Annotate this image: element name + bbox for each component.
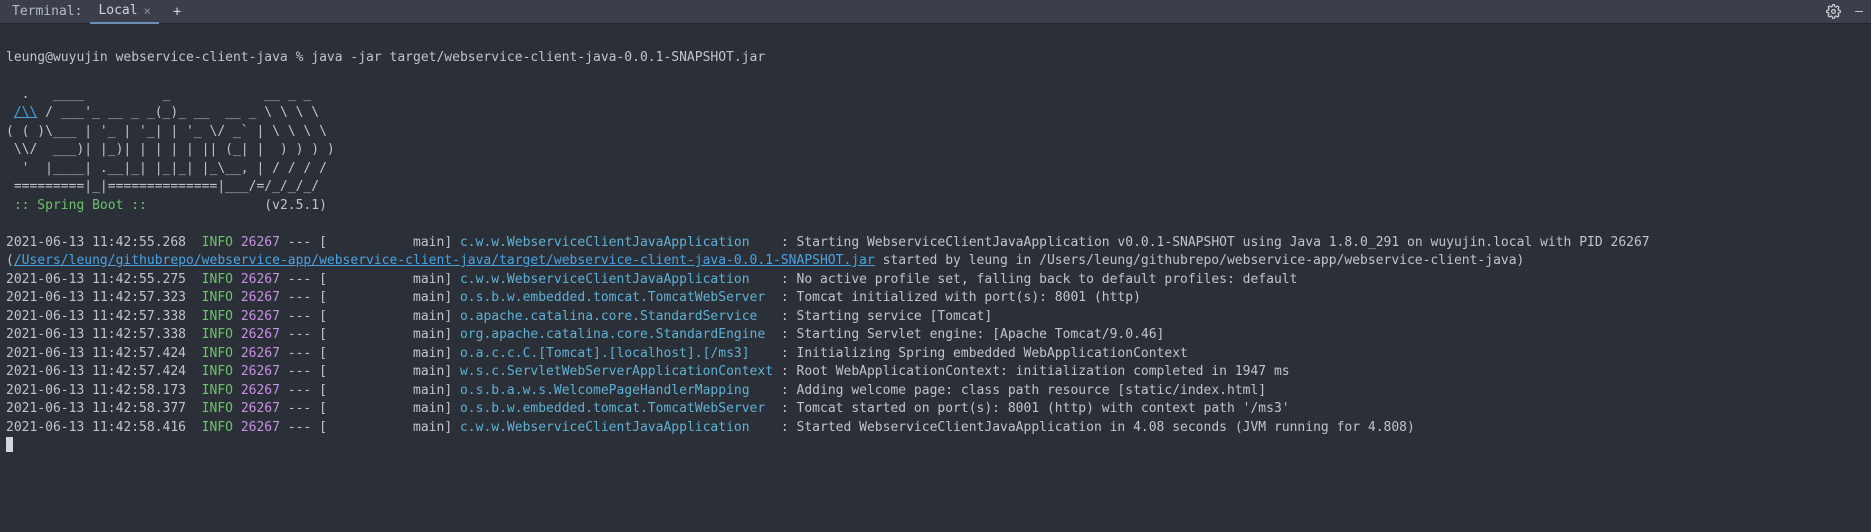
log-row: 2021-06-13 11:42:58.173 INFO 26267 --- [… xyxy=(6,382,1865,401)
timestamp: 2021-06-13 11:42:57.323 xyxy=(6,290,202,305)
logger: w.s.c.ServletWebServerApplicationContext xyxy=(460,364,773,379)
terminal-title: Terminal: xyxy=(8,4,86,19)
timestamp: 2021-06-13 11:42:55.268 xyxy=(6,235,202,250)
thread: --- [ main] xyxy=(280,235,460,250)
log-level: INFO xyxy=(202,290,241,305)
log-row: 2021-06-13 11:42:58.416 INFO 26267 --- [… xyxy=(6,419,1865,438)
pid: 26267 xyxy=(241,235,280,250)
timestamp: 2021-06-13 11:42:55.275 xyxy=(6,272,202,287)
log-row: 2021-06-13 11:42:57.424 INFO 26267 --- [… xyxy=(6,363,1865,382)
pid: 26267 xyxy=(241,272,280,287)
timestamp: 2021-06-13 11:42:58.377 xyxy=(6,401,202,416)
message: : Started WebserviceClientJavaApplicatio… xyxy=(773,420,1415,435)
tab-local[interactable]: Local × xyxy=(90,0,158,24)
terminal-output[interactable]: leung@wuyujin webservice-client-java % j… xyxy=(0,24,1871,463)
message: : Starting service [Tomcat] xyxy=(773,309,992,324)
timestamp: 2021-06-13 11:42:58.173 xyxy=(6,383,202,398)
logger: o.apache.catalina.core.StandardService xyxy=(460,309,773,324)
message: : No active profile set, falling back to… xyxy=(773,272,1297,287)
logger: o.s.b.a.w.s.WelcomePageHandlerMapping xyxy=(460,383,773,398)
terminal-header: Terminal: Local × + — xyxy=(0,0,1871,24)
thread: --- [ main] xyxy=(280,383,460,398)
log-row: 2021-06-13 11:42:57.338 INFO 26267 --- [… xyxy=(6,308,1865,327)
message: : Tomcat started on port(s): 8001 (http)… xyxy=(773,401,1290,416)
timestamp: 2021-06-13 11:42:57.338 xyxy=(6,309,202,324)
timestamp: 2021-06-13 11:42:57.424 xyxy=(6,364,202,379)
timestamp: 2021-06-13 11:42:58.416 xyxy=(6,420,202,435)
logger: c.w.w.WebserviceClientJavaApplication xyxy=(460,420,773,435)
timestamp: 2021-06-13 11:42:57.338 xyxy=(6,327,202,342)
message: : Root WebApplicationContext: initializa… xyxy=(773,364,1290,379)
ascii-link[interactable]: /\\ xyxy=(14,105,37,120)
log-row: 2021-06-13 11:42:57.338 INFO 26267 --- [… xyxy=(6,326,1865,345)
pid: 26267 xyxy=(241,383,280,398)
tab-label: Local xyxy=(98,3,137,18)
log-level: INFO xyxy=(202,420,241,435)
logger: org.apache.catalina.core.StandardEngine xyxy=(460,327,773,342)
close-icon[interactable]: × xyxy=(144,5,151,17)
spring-ascii: . ____ _ __ _ _ /\\ / ___'_ __ _ _(_)_ _… xyxy=(6,87,335,195)
add-tab-button[interactable]: + xyxy=(163,4,191,20)
log-level: INFO xyxy=(202,235,241,250)
spring-boot-banner: :: Spring Boot :: (v2.5.1) xyxy=(6,198,327,213)
log-row: 2021-06-13 11:42:55.268 INFO 26267 --- [… xyxy=(6,234,1865,271)
pid: 26267 xyxy=(241,346,280,361)
log-level: INFO xyxy=(202,401,241,416)
pid: 26267 xyxy=(241,364,280,379)
logger: o.a.c.c.C.[Tomcat].[localhost].[/ms3] xyxy=(460,346,773,361)
thread: --- [ main] xyxy=(280,327,460,342)
log-row: 2021-06-13 11:42:57.424 INFO 26267 --- [… xyxy=(6,345,1865,364)
pid: 26267 xyxy=(241,401,280,416)
timestamp: 2021-06-13 11:42:57.424 xyxy=(6,346,202,361)
pid: 26267 xyxy=(241,327,280,342)
message: : Starting Servlet engine: [Apache Tomca… xyxy=(773,327,1164,342)
thread: --- [ main] xyxy=(280,346,460,361)
pid: 26267 xyxy=(241,290,280,305)
message: : Tomcat initialized with port(s): 8001 … xyxy=(773,290,1141,305)
log-row: 2021-06-13 11:42:57.323 INFO 26267 --- [… xyxy=(6,289,1865,308)
logger: o.s.b.w.embedded.tomcat.TomcatWebServer xyxy=(460,290,773,305)
message: : Adding welcome page: class path resour… xyxy=(773,383,1266,398)
thread: --- [ main] xyxy=(280,420,460,435)
message: started by leung in /Users/leung/githubr… xyxy=(875,253,1525,268)
log-level: INFO xyxy=(202,327,241,342)
thread: --- [ main] xyxy=(280,272,460,287)
log-level: INFO xyxy=(202,309,241,324)
prompt-line: leung@wuyujin webservice-client-java % j… xyxy=(6,50,765,65)
logger: o.s.b.w.embedded.tomcat.TomcatWebServer xyxy=(460,401,773,416)
log-level: INFO xyxy=(202,383,241,398)
pid: 26267 xyxy=(241,420,280,435)
cursor xyxy=(6,437,13,452)
gear-icon[interactable] xyxy=(1826,4,1841,19)
log-level: INFO xyxy=(202,364,241,379)
thread: --- [ main] xyxy=(280,364,460,379)
pid: 26267 xyxy=(241,309,280,324)
logger: c.w.w.WebserviceClientJavaApplication xyxy=(460,235,773,250)
message: : Initializing Spring embedded WebApplic… xyxy=(773,346,1188,361)
log-level: INFO xyxy=(202,272,241,287)
log-row: 2021-06-13 11:42:58.377 INFO 26267 --- [… xyxy=(6,400,1865,419)
log-row: 2021-06-13 11:42:55.275 INFO 26267 --- [… xyxy=(6,271,1865,290)
minimize-icon[interactable]: — xyxy=(1855,4,1863,19)
log-level: INFO xyxy=(202,346,241,361)
logger: c.w.w.WebserviceClientJavaApplication xyxy=(460,272,773,287)
jar-path-link[interactable]: /Users/leung/githubrepo/webservice-app/w… xyxy=(14,253,875,268)
thread: --- [ main] xyxy=(280,309,460,324)
thread: --- [ main] xyxy=(280,401,460,416)
thread: --- [ main] xyxy=(280,290,460,305)
